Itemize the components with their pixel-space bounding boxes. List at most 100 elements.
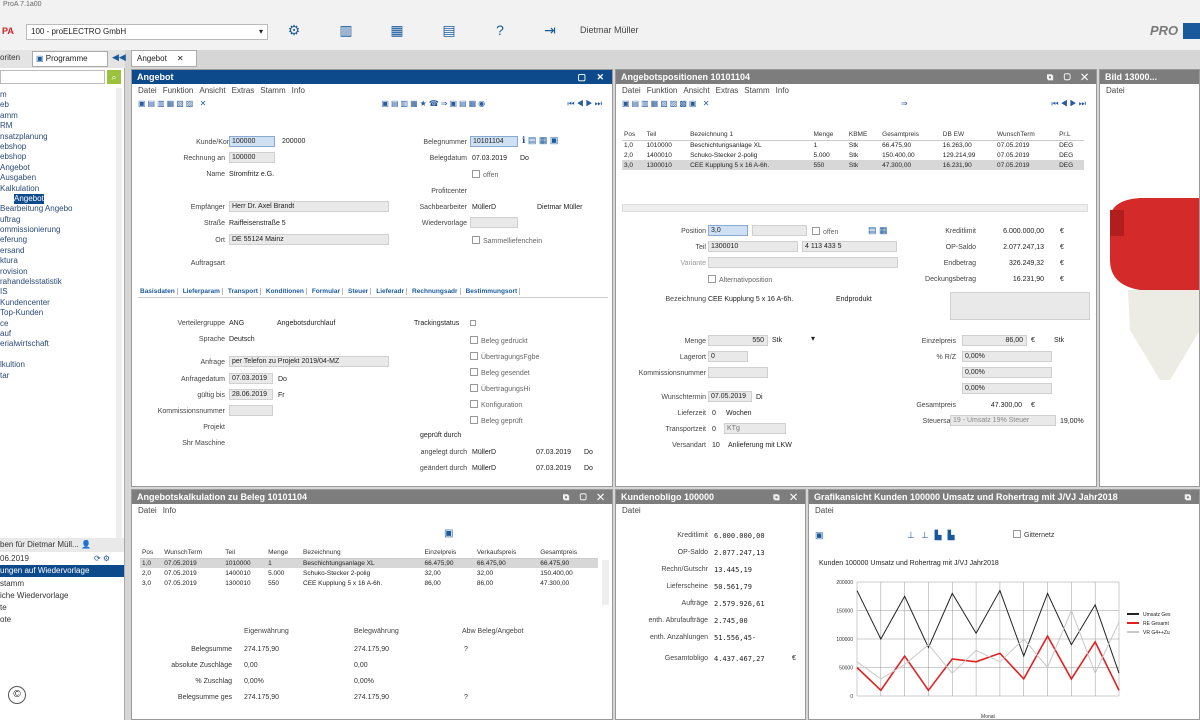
column-header[interactable]: Gesamtpreis [538,548,598,559]
menu-datei[interactable]: Datei [138,86,157,95]
column-header[interactable]: Teil [644,130,689,141]
gear-icon[interactable]: ⚙ [286,22,302,38]
chart-type-icon[interactable]: ⊥⊥▙▙ [907,530,961,541]
sidebar-item[interactable]: rovision [0,267,118,277]
sidebar-item[interactable]: rahandelsstatistik [0,277,118,287]
reminder-item[interactable]: iche Wiedervorlage [0,591,124,603]
sidebar-item[interactable]: amm [0,111,118,121]
menu-stamm[interactable]: Stamm [260,86,285,95]
status-checkbox[interactable]: Beleg gedruckt [470,336,539,352]
gueltig-input[interactable]: 28.06.2019 [229,389,273,400]
table-row[interactable]: 1,0 1010000 Beschichtungsanlage XL 1 Stk 66.4… [622,140,1084,150]
einzelpreis-input[interactable]: 86,00 [962,335,1027,346]
table-row[interactable]: 3,0 07.05.2019 1300010 550 CEE Kupplung 5 x … [140,578,598,588]
menu-info[interactable]: Info [776,86,789,95]
calendar-icon[interactable]: ▦ [389,22,405,38]
status-checkbox[interactable]: ÜbertragungsHi [470,384,539,400]
menu-datei[interactable]: Datei [622,86,641,95]
grafik-menu-datei[interactable]: Datei [809,504,1199,517]
sidebar-item[interactable]: m [0,90,118,100]
transportzeit-select[interactable]: KTg [724,423,786,434]
sidebar-item[interactable]: IS [0,287,118,297]
window-controls-icon[interactable]: ▢ ✕ [577,70,608,84]
sidebar-item[interactable]: eferung [0,235,118,245]
angebot-iconbar[interactable]: ▣▤▥▦▧▨ ✕ ▣▤▥▦★☎⇒▣▤▦◉ ⏮◀▶⏭ [132,97,612,110]
sidebar-item[interactable]: Angebot [0,163,118,173]
sidebar-item[interactable]: Kalkulation [0,184,118,194]
sammellieferschein-checkbox[interactable]: Sammelliefenchein [472,236,542,245]
sidebar-item[interactable]: RM [0,121,118,131]
ort-input[interactable]: DE 55124 Mainz [229,234,389,245]
sidebar-item[interactable]: ersand [0,246,118,256]
sidebar-item[interactable]: ktura [0,256,118,266]
company-select[interactable]: 100 - proELECTRO GmbH ▾ [26,24,268,40]
status-checkbox[interactable]: Konfiguration [470,400,539,416]
search-icon[interactable]: ⌕ [107,70,121,84]
steuersatz-select[interactable]: 19 - Umsatz 19% Steuer [950,415,1056,426]
collapse-icon[interactable]: ◀◀ [112,52,126,63]
sidebar-item[interactable]: nsatzplanung [0,132,118,142]
reminder-item[interactable]: stamm [0,579,124,591]
window-controls-icon[interactable]: ⧉ ▢ ✕ [1047,70,1092,84]
status-checkbox[interactable]: Beleg gesendet [470,368,539,384]
document-icon[interactable]: ▤ [441,22,457,38]
table-row[interactable]: 2,0 07.05.2019 1400010 5.000 Schuko-Stecker … [140,568,598,578]
menu-stamm[interactable]: Stamm [744,86,769,95]
wiedervorlage-input[interactable] [470,217,518,228]
window-controls-icon[interactable]: ⧉ [1185,490,1195,504]
menu-ansicht[interactable]: Ansicht [683,86,709,95]
doc-tab-angebot[interactable]: Angebot ✕ [131,50,197,67]
positionen-hscrollbar[interactable] [622,204,1088,212]
redo-icon[interactable]: ⇒ [901,97,910,110]
tab-formular[interactable]: Formular [309,288,343,295]
window-controls-icon[interactable]: ⧉ ▢ ✕ [563,490,608,504]
kommissionsnummer-input[interactable] [229,405,273,416]
position-input[interactable]: 3,0 [708,225,748,236]
print-icon[interactable]: ▣ [815,530,824,541]
reminder-active-item[interactable]: ungen auf Wiedervorlage [0,565,124,577]
column-header[interactable]: Bezeichnung [301,548,423,559]
position-actions-icon[interactable]: ▤ ▦ [868,225,888,236]
tab-steuer[interactable]: Steuer [345,288,372,295]
column-header[interactable]: Pos [140,548,163,559]
variante-input[interactable] [708,257,898,268]
sidebar-item[interactable]: erialwirtschaft [0,339,118,349]
refresh-icon[interactable]: ⟳ ⚙ [94,554,110,563]
belegnummer-input[interactable]: 10101104 [470,136,518,147]
sidebar-item[interactable]: ommissionierung [0,225,118,235]
sidebar-item[interactable]: ebshop [0,152,118,162]
obligo-menu-datei[interactable]: Datei [616,504,805,517]
menu-datei[interactable]: Datei [138,506,157,515]
gitternetz-checkbox[interactable]: Gitternetz [1013,530,1054,539]
tab-lieferadr[interactable]: Lieferadr [374,288,408,295]
column-header[interactable]: DB EW [940,130,996,141]
position-offen-checkbox[interactable]: offen [812,227,838,236]
logout-icon[interactable]: ⇥ [542,22,558,38]
column-header[interactable]: Verkaufspreis [474,548,539,559]
table-row[interactable]: 2,0 1400010 Schuko-Stecker 2-polig 5.000 Stk… [622,150,1084,160]
column-header[interactable]: Bezeichnung 1 [688,130,812,141]
sidebar-item[interactable]: Top-Kunden [0,308,118,318]
lagerort-input[interactable]: 0 [708,351,748,362]
tab-programme[interactable]: ▣ Programme [32,51,108,67]
column-header[interactable]: Einzelpreis [422,548,475,559]
nav-arrows-icon[interactable]: ⏮◀▶⏭ [567,97,604,110]
menu-info[interactable]: Info [163,506,176,515]
rechnung-input[interactable]: 100000 [229,152,275,163]
chevron-down-icon[interactable]: ▾ [811,334,815,343]
tab-basisdaten[interactable]: Basisdaten [138,288,178,295]
sidebar-item[interactable]: eb [0,100,118,110]
menu-funktion[interactable]: Funktion [163,86,194,95]
tab-konditionen[interactable]: Konditionen [263,288,307,295]
sidebar-item[interactable]: uftrag [0,215,118,225]
kommissionsnummer-input[interactable] [708,367,768,378]
sidebar-item[interactable]: Ausgaben [0,173,118,183]
beleg-actions-icon[interactable]: ℹ ▤ ▦ ▣ [522,135,558,146]
menu-ansicht[interactable]: Ansicht [199,86,225,95]
menu-extras[interactable]: Extras [232,86,255,95]
close-icon[interactable]: ✕ [177,54,184,63]
teil-input[interactable]: 1300010 [708,241,798,252]
anfrage-input[interactable]: per Telefon zu Projekt 2019/04-MZ [229,356,389,367]
column-header[interactable]: WunschTerm [995,130,1058,141]
status-checkbox[interactable]: Beleg geprüft [470,416,539,432]
